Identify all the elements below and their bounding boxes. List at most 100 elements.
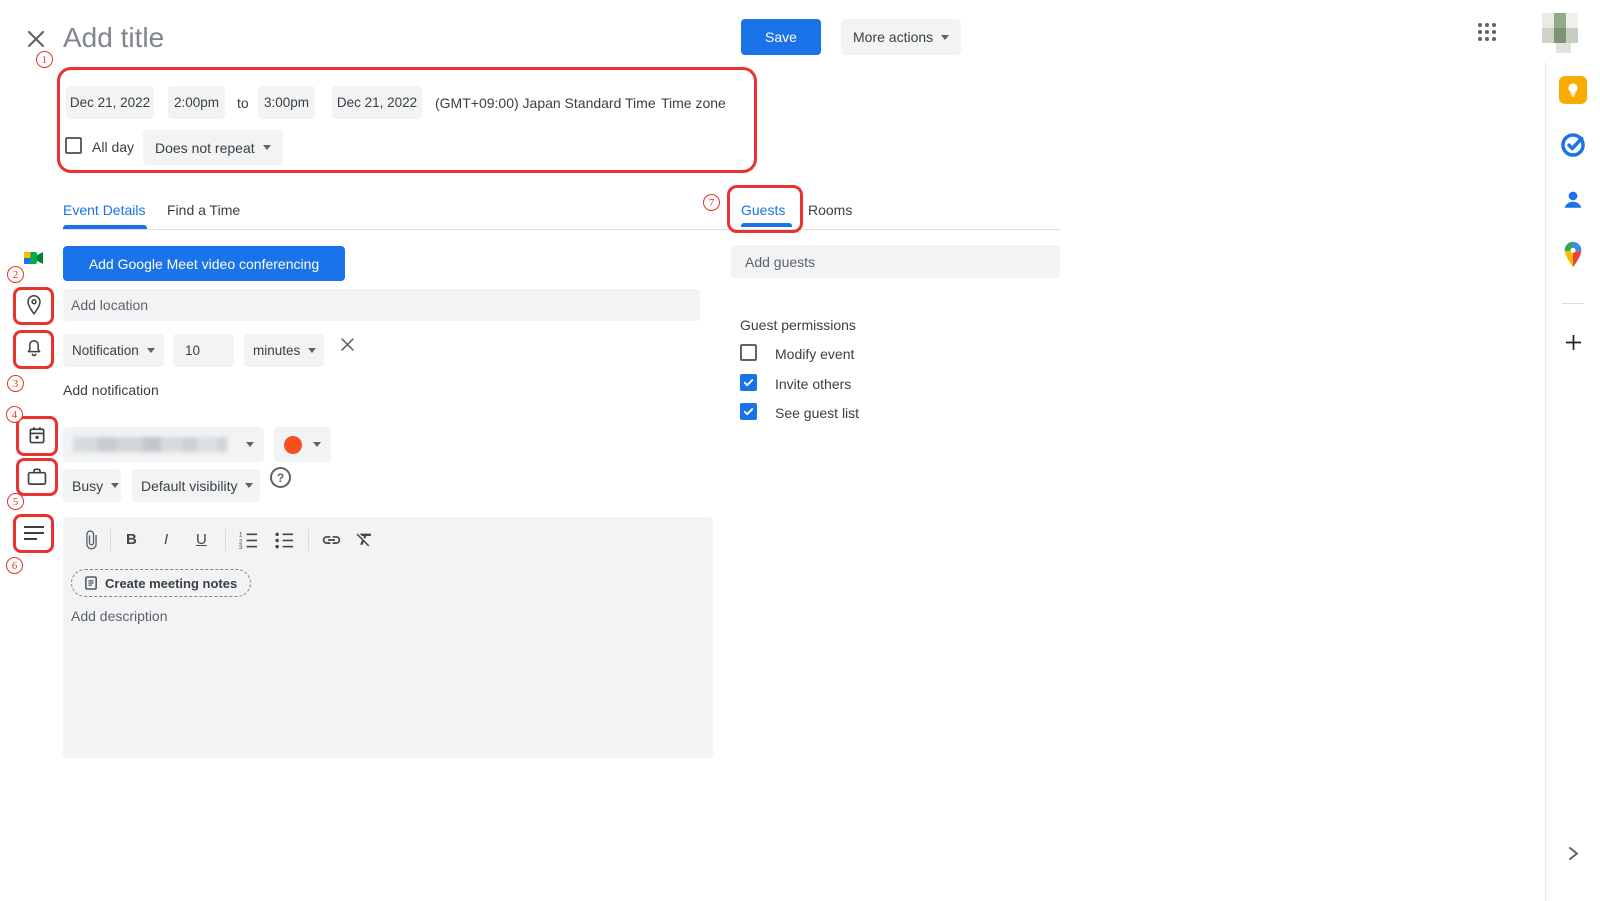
- more-actions-button[interactable]: More actions: [841, 19, 961, 55]
- end-date-button[interactable]: Dec 21, 2022: [332, 86, 422, 119]
- event-editor-page: Add title Save More actions 1 Dec 21, 20…: [0, 0, 1600, 901]
- insert-link-icon[interactable]: [321, 532, 342, 553]
- tabs-divider: [63, 229, 1060, 230]
- annotation-circle-2: 2: [7, 266, 24, 283]
- dropdown-arrow-icon: [941, 35, 949, 40]
- annotation-circle-7: 7: [703, 194, 720, 211]
- svg-text:3: 3: [239, 544, 243, 549]
- numbered-list-icon[interactable]: 123: [239, 531, 258, 554]
- location-placeholder: Add location: [71, 297, 148, 313]
- annotation-circle-3: 3: [7, 375, 24, 392]
- timezone-button[interactable]: Time zone: [661, 95, 726, 111]
- tab-guests[interactable]: Guests: [741, 202, 785, 218]
- dropdown-arrow-icon: [263, 145, 271, 150]
- side-panel-divider: [1545, 62, 1546, 901]
- annotation-circle-6: 6: [6, 557, 23, 574]
- description-area[interactable]: B I U 123 Create meeting notes Add descr…: [63, 517, 713, 758]
- notification-type-dropdown[interactable]: Notification: [63, 334, 164, 367]
- location-input[interactable]: Add location: [63, 289, 700, 321]
- notification-value-input[interactable]: 10: [173, 334, 234, 367]
- tab-rooms[interactable]: Rooms: [808, 202, 852, 218]
- guests-tab-indicator: [741, 223, 792, 227]
- timezone-label: (GMT+09:00) Japan Standard Time: [435, 95, 656, 111]
- event-color-dropdown[interactable]: [274, 427, 331, 462]
- collapse-panel-chevron-icon[interactable]: [1566, 845, 1581, 862]
- annotation-circle-1: 1: [36, 51, 53, 68]
- google-contacts-icon[interactable]: [1560, 187, 1586, 213]
- checkbox-invite-others[interactable]: [740, 374, 757, 391]
- briefcase-icon: [26, 466, 48, 492]
- checkbox-see-guest-list[interactable]: [740, 403, 757, 420]
- add-guests-input[interactable]: Add guests: [731, 245, 1060, 278]
- bulleted-list-icon[interactable]: [275, 531, 294, 554]
- toolbar-divider: [110, 529, 111, 551]
- toolbar-divider: [308, 529, 309, 551]
- underline-icon[interactable]: U: [196, 530, 207, 550]
- dropdown-arrow-icon: [111, 483, 119, 488]
- bell-icon: [25, 338, 43, 365]
- create-meeting-notes-label: Create meeting notes: [105, 576, 237, 591]
- side-panel-mini-divider: [1562, 303, 1584, 304]
- add-guests-placeholder: Add guests: [745, 254, 815, 270]
- dropdown-arrow-icon: [147, 348, 155, 353]
- google-tasks-icon[interactable]: [1559, 131, 1587, 159]
- remove-notification-icon[interactable]: [340, 337, 355, 357]
- checkbox-modify-event[interactable]: [740, 344, 757, 361]
- close-icon[interactable]: [27, 30, 45, 48]
- guest-permissions-title: Guest permissions: [740, 317, 856, 333]
- visibility-label: Default visibility: [141, 478, 237, 494]
- busy-dropdown[interactable]: Busy: [63, 469, 121, 502]
- notification-value: 10: [185, 343, 200, 358]
- google-maps-icon[interactable]: [1561, 241, 1585, 269]
- recurrence-label: Does not repeat: [155, 140, 255, 156]
- help-icon[interactable]: ?: [270, 467, 291, 488]
- save-button[interactable]: Save: [741, 19, 821, 55]
- notification-type-label: Notification: [72, 343, 139, 358]
- calendar-icon: [27, 425, 47, 451]
- annotation-circle-5: 5: [7, 493, 24, 510]
- google-apps-grid-icon[interactable]: [1478, 23, 1496, 41]
- event-color-swatch: [284, 436, 302, 454]
- tab-event-details[interactable]: Event Details: [63, 202, 145, 218]
- dropdown-arrow-icon: [308, 348, 316, 353]
- bold-icon[interactable]: B: [126, 530, 137, 550]
- avatar[interactable]: [1542, 13, 1578, 53]
- all-day-checkbox[interactable]: [65, 137, 82, 154]
- document-icon: [85, 576, 97, 590]
- to-label: to: [237, 95, 249, 111]
- dropdown-arrow-icon: [313, 442, 321, 447]
- end-time-button[interactable]: 3:00pm: [258, 86, 315, 119]
- google-meet-icon: [24, 250, 44, 266]
- event-title-input[interactable]: Add title: [63, 22, 164, 54]
- notification-unit-dropdown[interactable]: minutes: [244, 334, 324, 367]
- calendar-select-dropdown[interactable]: [63, 427, 264, 462]
- permission-label-see-guest-list: See guest list: [775, 405, 859, 421]
- more-actions-label: More actions: [853, 29, 933, 45]
- italic-icon[interactable]: I: [164, 530, 168, 550]
- busy-label: Busy: [72, 478, 103, 494]
- visibility-dropdown[interactable]: Default visibility: [132, 469, 260, 502]
- toolbar-divider: [225, 529, 226, 551]
- clear-formatting-icon[interactable]: [355, 531, 374, 554]
- permission-label-invite-others: Invite others: [775, 376, 851, 392]
- start-date-button[interactable]: Dec 21, 2022: [66, 86, 154, 119]
- description-placeholder: Add description: [71, 608, 168, 624]
- google-keep-icon[interactable]: [1559, 76, 1587, 104]
- add-meet-button[interactable]: Add Google Meet video conferencing: [63, 246, 345, 281]
- annotation-circle-4: 4: [6, 406, 23, 423]
- all-day-label: All day: [92, 139, 134, 155]
- dropdown-arrow-icon: [245, 483, 253, 488]
- permission-label-modify-event: Modify event: [775, 346, 854, 362]
- location-pin-icon: [25, 294, 43, 322]
- dropdown-arrow-icon: [246, 442, 254, 447]
- description-icon: [24, 526, 44, 540]
- tab-find-a-time[interactable]: Find a Time: [167, 202, 240, 218]
- add-notification-button[interactable]: Add notification: [63, 382, 159, 398]
- attach-file-icon[interactable]: [83, 529, 100, 556]
- create-meeting-notes-button[interactable]: Create meeting notes: [71, 569, 251, 597]
- recurrence-dropdown[interactable]: Does not repeat: [143, 130, 283, 165]
- add-addon-plus-icon[interactable]: [1565, 334, 1582, 351]
- notification-unit-label: minutes: [253, 343, 300, 358]
- start-time-button[interactable]: 2:00pm: [168, 86, 225, 119]
- redacted-calendar-name: [73, 437, 227, 452]
